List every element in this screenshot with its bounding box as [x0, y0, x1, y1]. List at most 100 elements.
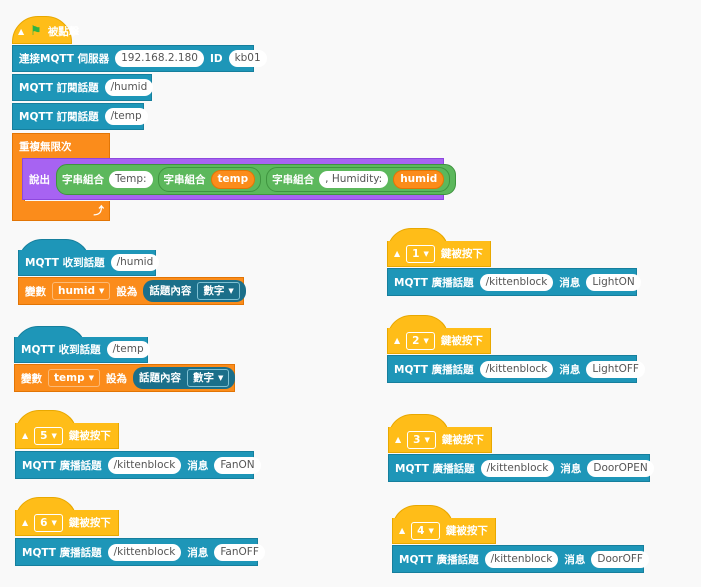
caret-down-icon: ▼ — [423, 249, 429, 258]
publish-topic-input[interactable]: /kittenblock — [107, 456, 182, 474]
publish-label: MQTT 廣播話題 — [22, 459, 102, 472]
mqtt-publish-block-lightoff[interactable]: MQTT 廣播話題 /kittenblock 消息 LightOFF — [387, 355, 645, 383]
publish-topic-input[interactable]: /kittenblock — [484, 550, 559, 568]
when-key-pressed-block-1[interactable]: ▲ 1 ▼ 鍵被按下 — [387, 241, 491, 267]
join-reporter-1[interactable]: 字串組合 Temp: 字串組合 temp 字串組合 , Humidity: hu… — [56, 163, 457, 195]
publish-label: MQTT 廣播話題 — [399, 553, 479, 566]
string-input-temp-label[interactable]: Temp: — [109, 170, 153, 188]
variable-dropdown[interactable]: temp ▼ — [48, 369, 100, 387]
message-label: 消息 — [560, 462, 582, 475]
message-label: 消息 — [187, 546, 209, 559]
topic-content-reporter[interactable]: 話題內容 數字 ▼ — [133, 367, 236, 389]
key-dropdown[interactable]: 1 ▼ — [406, 244, 435, 263]
key-pressed-label: 鍵被按下 — [445, 525, 488, 537]
string-input-humidity-label[interactable]: , Humidity: — [319, 170, 389, 188]
publish-message-input[interactable]: DoorOFF — [591, 550, 649, 568]
caret-down-icon: ▼ — [228, 287, 234, 295]
set-variable-block-humid[interactable]: 變數 humid ▼ 設為 話題內容 數字 ▼ — [18, 277, 246, 305]
key-dropdown[interactable]: 4 ▼ — [411, 521, 440, 540]
hat-label: 被點擊 — [47, 25, 80, 38]
caret-down-icon: ▼ — [428, 526, 434, 535]
when-key-pressed-block-2[interactable]: ▲ 2 ▼ 鍵被按下 — [387, 328, 491, 354]
mqtt-subscribe-block-2[interactable]: MQTT 訂閱話題 /temp — [12, 103, 148, 130]
publish-message-input[interactable]: FanOFF — [214, 543, 265, 561]
join-label: 字串組合 — [163, 173, 206, 186]
key-dropdown[interactable]: 3 ▼ — [407, 430, 436, 449]
id-label: ID — [209, 52, 223, 65]
topic-content-reporter[interactable]: 話題內容 數字 ▼ — [143, 280, 246, 302]
mqtt-publish-block-fanoff[interactable]: MQTT 廣播話題 /kittenblock 消息 FanOFF — [15, 538, 265, 566]
message-label: 消息 — [564, 553, 586, 566]
publish-label: MQTT 廣播話題 — [395, 462, 475, 475]
caret-down-icon: ▼ — [424, 435, 430, 444]
publish-message-input[interactable]: FanON — [214, 456, 261, 474]
variable-dropdown[interactable]: humid ▼ — [52, 282, 111, 300]
when-key-pressed-block-6[interactable]: ▲ 6 ▼ 鍵被按下 — [15, 510, 119, 536]
mqtt-receive-block-temp[interactable]: MQTT 收到話題 /temp — [14, 337, 150, 363]
hat-icon: ▲ — [394, 336, 401, 345]
hat-icon: ▲ — [18, 26, 25, 36]
caret-down-icon: ▼ — [51, 518, 57, 527]
publish-topic-input[interactable]: /kittenblock — [479, 360, 554, 378]
key-pressed-label: 鍵被按下 — [68, 517, 111, 529]
publish-message-input[interactable]: LightOFF — [586, 360, 645, 378]
say-block[interactable]: 說出 字串組合 Temp: 字串組合 temp 字串組合 , Humidity:… — [22, 158, 457, 200]
client-id-input[interactable]: kb01 — [228, 50, 267, 67]
type-dropdown[interactable]: 數字 ▼ — [187, 369, 230, 387]
mqtt-connect-block[interactable]: 連接MQTT 伺服器 192.168.2.180 ID kb01 — [12, 45, 267, 72]
subscribe-topic-input[interactable]: /temp — [104, 108, 148, 125]
mqtt-subscribe-block-1[interactable]: MQTT 訂閱話題 /humid — [12, 74, 154, 101]
key-pressed-label: 鍵被按下 — [68, 430, 111, 442]
receive-label: MQTT 收到話題 — [25, 257, 105, 269]
when-key-pressed-block-3[interactable]: ▲ 3 ▼ 鍵被按下 — [388, 427, 492, 453]
receive-label: MQTT 收到話題 — [21, 344, 101, 356]
server-ip-input[interactable]: 192.168.2.180 — [115, 50, 204, 67]
green-flag-icon: ⚑ — [30, 23, 42, 39]
when-key-pressed-block-4[interactable]: ▲ 4 ▼ 鍵被按下 — [392, 518, 496, 544]
hat-icon: ▲ — [395, 435, 402, 444]
key-dropdown[interactable]: 5 ▼ — [34, 426, 63, 445]
join-reporter-2[interactable]: 字串組合 temp — [157, 166, 262, 192]
publish-message-input[interactable]: LightON — [586, 273, 641, 291]
key-dropdown[interactable]: 6 ▼ — [34, 513, 63, 532]
connect-label: 連接MQTT 伺服器 — [19, 53, 110, 65]
type-dropdown[interactable]: 數字 ▼ — [197, 282, 240, 300]
publish-label: MQTT 廣播話題 — [22, 546, 102, 559]
caret-down-icon: ▼ — [423, 336, 429, 345]
hat-icon: ▲ — [22, 431, 29, 440]
when-flag-clicked-block[interactable]: ▲ ⚑ 被點擊 — [12, 19, 84, 43]
set-to-label: 設為 — [106, 372, 127, 385]
hat-icon: ▲ — [22, 518, 29, 527]
message-label: 消息 — [187, 459, 209, 472]
subscribe-topic-input[interactable]: /humid — [104, 79, 154, 96]
forever-loop-header: 重複無限次 — [12, 133, 110, 159]
mqtt-publish-block-fanon[interactable]: MQTT 廣播話題 /kittenblock 消息 FanON — [15, 451, 261, 479]
key-pressed-label: 鍵被按下 — [441, 434, 484, 446]
message-label: 消息 — [559, 363, 581, 376]
receive-topic-input[interactable]: /temp — [106, 341, 150, 358]
mqtt-receive-block-humid[interactable]: MQTT 收到話題 /humid — [18, 250, 160, 276]
caret-down-icon: ▼ — [51, 431, 57, 440]
key-dropdown[interactable]: 2 ▼ — [406, 331, 435, 350]
receive-topic-input[interactable]: /humid — [110, 254, 160, 271]
publish-topic-input[interactable]: /kittenblock — [480, 459, 555, 477]
key-pressed-label: 鍵被按下 — [440, 248, 483, 260]
mqtt-publish-block-dooropen[interactable]: MQTT 廣播話題 /kittenblock 消息 DoorOPEN — [388, 454, 654, 482]
temp-variable-reporter[interactable]: temp — [210, 169, 256, 189]
loop-arrow-icon: ⤴ — [93, 205, 105, 217]
key-pressed-label: 鍵被按下 — [440, 335, 483, 347]
forever-label: 重複無限次 — [19, 141, 72, 153]
publish-topic-input[interactable]: /kittenblock — [107, 543, 182, 561]
set-variable-block-temp[interactable]: 變數 temp ▼ 設為 話題內容 數字 ▼ — [14, 364, 236, 392]
caret-down-icon: ▼ — [218, 374, 224, 382]
publish-topic-input[interactable]: /kittenblock — [479, 273, 554, 291]
set-to-label: 設為 — [116, 285, 138, 298]
mqtt-publish-block-dooroff[interactable]: MQTT 廣播話題 /kittenblock 消息 DoorOFF — [392, 545, 649, 573]
caret-down-icon: ▼ — [99, 287, 105, 295]
mqtt-publish-block-lighton[interactable]: MQTT 廣播話題 /kittenblock 消息 LightON — [387, 268, 641, 296]
publish-message-input[interactable]: DoorOPEN — [587, 459, 654, 477]
humid-variable-reporter[interactable]: humid — [393, 169, 445, 189]
when-key-pressed-block-5[interactable]: ▲ 5 ▼ 鍵被按下 — [15, 423, 119, 449]
topic-content-label: 話題內容 — [139, 372, 181, 384]
join-reporter-3[interactable]: 字串組合 , Humidity: humid — [266, 166, 451, 192]
